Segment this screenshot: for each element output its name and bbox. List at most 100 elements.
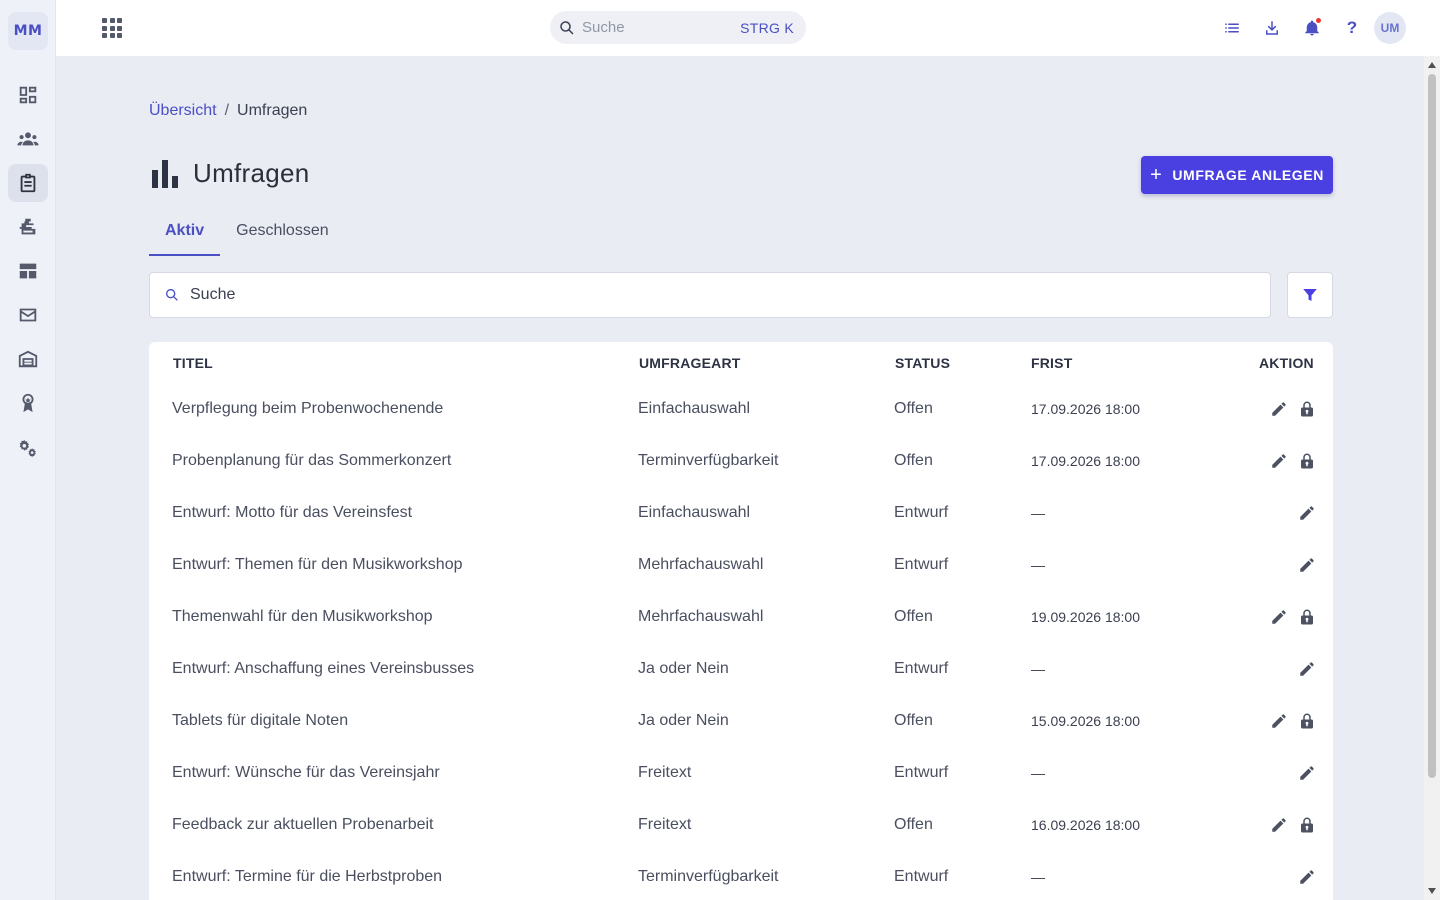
survey-title[interactable]: Themenwahl für den Musikworkshop <box>172 591 433 643</box>
clipboard-icon <box>20 173 36 193</box>
download-button[interactable] <box>1261 17 1283 39</box>
lock-icon[interactable] <box>1297 399 1317 419</box>
edit-icon[interactable] <box>1297 555 1317 575</box>
table-row[interactable]: Entwurf: Anschaffung eines Vereinsbusses… <box>149 643 1333 695</box>
breadcrumb-current: Umfragen <box>237 102 308 119</box>
table-row[interactable]: Entwurf: Termine für die Herbstproben Ter… <box>149 851 1333 900</box>
survey-type: Freitext <box>638 816 692 833</box>
survey-search-input[interactable]: Suche <box>149 272 1271 318</box>
edit-icon[interactable] <box>1269 399 1289 419</box>
sidebar-item-surveys[interactable] <box>8 164 48 202</box>
survey-title[interactable]: Verpflegung beim Probenwochenende <box>172 383 443 435</box>
survey-title[interactable]: Entwurf: Anschaffung eines Vereinsbusses <box>172 643 474 695</box>
task-list-button[interactable] <box>1221 17 1243 39</box>
page-scrollbar[interactable] <box>1424 56 1440 900</box>
survey-status: Offen <box>894 712 933 729</box>
column-header-action: AKTION <box>1259 355 1314 371</box>
create-survey-button[interactable]: + UMFRAGE ANLEGEN <box>1141 156 1333 194</box>
sidebar-item-dashboard[interactable] <box>8 76 48 114</box>
sidebar-item-mail[interactable] <box>8 296 48 334</box>
column-header-title[interactable]: TITEL <box>173 355 213 371</box>
survey-table: TITEL UMFRAGEART STATUS FRIST AKTION Ver… <box>149 342 1333 900</box>
lock-icon[interactable] <box>1297 451 1317 471</box>
mail-icon <box>19 308 37 322</box>
search-shortcut-hint: STRG K <box>740 19 794 36</box>
dashboard-icon <box>19 86 37 104</box>
award-icon <box>22 393 34 413</box>
survey-title[interactable]: Entwurf: Termine für die Herbstproben <box>172 851 442 900</box>
table-row[interactable]: Themenwahl für den Musikworkshop Mehrfach… <box>149 591 1333 643</box>
survey-title[interactable]: Entwurf: Motto für das Vereinsfest <box>172 487 412 539</box>
survey-deadline: — <box>1031 557 1045 573</box>
breadcrumb-home-link[interactable]: Übersicht <box>149 102 217 120</box>
sidebar-item-events[interactable] <box>8 208 48 246</box>
edit-icon[interactable] <box>1297 763 1317 783</box>
user-avatar[interactable]: UM <box>1374 12 1406 44</box>
scroll-down-arrow[interactable] <box>1428 888 1436 894</box>
survey-type: Einfachauswahl <box>638 400 751 417</box>
org-logo[interactable]: MM <box>8 12 48 50</box>
edit-icon[interactable] <box>1269 451 1289 471</box>
help-button[interactable]: ? <box>1341 17 1363 39</box>
warehouse-icon <box>18 350 38 368</box>
column-header-status[interactable]: STATUS <box>895 355 950 371</box>
survey-type: Terminverfügbarkeit <box>638 452 779 469</box>
page-title: Umfragen <box>193 157 310 188</box>
survey-type: Einfachauswahl <box>638 504 751 521</box>
row-actions <box>1269 435 1317 487</box>
podium-icon <box>19 218 36 235</box>
survey-title[interactable]: Tablets für digitale Noten <box>172 695 348 747</box>
sidebar-item-awards[interactable] <box>8 384 48 422</box>
table-row[interactable]: Probenplanung für das Sommerkonzert Termi… <box>149 435 1333 487</box>
edit-icon[interactable] <box>1269 815 1289 835</box>
survey-status: Entwurf <box>894 660 949 677</box>
lock-icon[interactable] <box>1297 711 1317 731</box>
column-header-deadline[interactable]: FRIST <box>1031 355 1072 371</box>
sidebar-item-settings[interactable] <box>8 430 48 468</box>
edit-icon[interactable] <box>1297 659 1317 679</box>
tab-closed[interactable]: Geschlossen <box>220 214 345 256</box>
survey-deadline: 17.09.2026 18:00 <box>1031 401 1140 417</box>
breadcrumb-separator: / <box>224 102 230 119</box>
table-row[interactable]: Entwurf: Wünsche für das Vereinsjahr Frei… <box>149 747 1333 799</box>
table-row[interactable]: Tablets für digitale Noten Ja oder Nein Of… <box>149 695 1333 747</box>
edit-icon[interactable] <box>1269 711 1289 731</box>
column-header-type[interactable]: UMFRAGEART <box>639 355 741 371</box>
row-actions <box>1297 747 1317 799</box>
lock-icon[interactable] <box>1297 607 1317 627</box>
survey-title[interactable]: Entwurf: Themen für den Musikworkshop <box>172 539 463 591</box>
apps-grid-icon[interactable] <box>100 16 124 40</box>
row-actions <box>1297 643 1317 695</box>
survey-status: Offen <box>894 400 933 417</box>
lock-icon[interactable] <box>1297 815 1317 835</box>
survey-title[interactable]: Probenplanung für das Sommerkonzert <box>172 435 451 487</box>
edit-icon[interactable] <box>1297 503 1317 523</box>
row-actions <box>1269 695 1317 747</box>
table-row[interactable]: Entwurf: Themen für den Musikworkshop Meh… <box>149 539 1333 591</box>
scroll-up-arrow[interactable] <box>1428 62 1436 68</box>
tab-active[interactable]: Aktiv <box>149 214 221 256</box>
table-row[interactable]: Verpflegung beim Probenwochenende Einfach… <box>149 383 1333 435</box>
edit-icon[interactable] <box>1269 607 1289 627</box>
survey-status: Offen <box>894 452 933 469</box>
bar-chart-icon <box>152 160 178 188</box>
survey-title[interactable]: Entwurf: Wünsche für das Vereinsjahr <box>172 747 440 799</box>
top-bar: Suche STRG K ? UM <box>56 0 1440 56</box>
sidebar-item-layout[interactable] <box>8 252 48 290</box>
sidebar-item-inventory[interactable] <box>8 340 48 378</box>
table-row[interactable]: Feedback zur aktuellen Probenarbeit Freit… <box>149 799 1333 851</box>
survey-status: Entwurf <box>894 868 949 885</box>
search-icon <box>560 20 574 35</box>
table-row[interactable]: Entwurf: Motto für das Vereinsfest Einfac… <box>149 487 1333 539</box>
survey-type: Mehrfachauswahl <box>638 608 764 625</box>
filter-button[interactable] <box>1287 272 1333 318</box>
table-rows-icon <box>19 263 37 279</box>
notifications-button[interactable] <box>1301 17 1323 39</box>
sidebar-item-members[interactable] <box>8 120 48 158</box>
global-search[interactable]: Suche STRG K <box>550 11 806 44</box>
edit-icon[interactable] <box>1297 867 1317 887</box>
survey-title[interactable]: Feedback zur aktuellen Probenarbeit <box>172 799 434 851</box>
survey-deadline: — <box>1031 765 1045 781</box>
survey-type: Terminverfügbarkeit <box>638 868 779 885</box>
scroll-thumb[interactable] <box>1428 74 1436 778</box>
